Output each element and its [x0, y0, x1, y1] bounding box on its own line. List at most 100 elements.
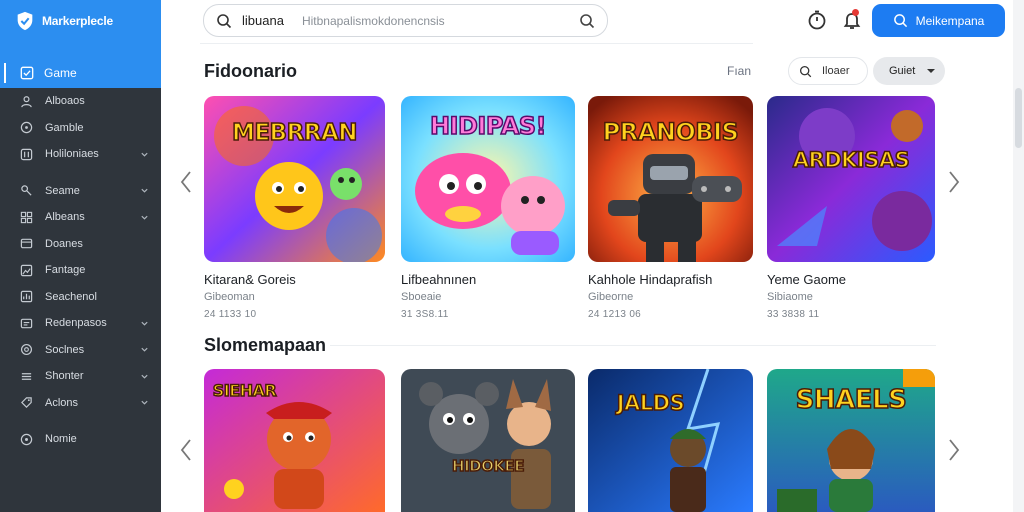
game-thumbnail[interactable]: PRANOBIS	[588, 96, 753, 262]
game-thumbnail[interactable]: SIEHAR	[204, 369, 385, 512]
sidebar-item-label: Seame	[45, 184, 80, 197]
see-all-link[interactable]: Fıan	[727, 64, 751, 78]
sidebar-item-footer[interactable]: Nomie	[0, 426, 161, 453]
sidebar-item-label: Albeans	[45, 211, 85, 224]
filter-label: Iloaer	[822, 65, 850, 77]
game-card[interactable]: JALDS	[588, 369, 753, 512]
sidebar-item-label: Aclons	[45, 396, 79, 409]
sidebar-item-9[interactable]: Soclnes	[0, 337, 161, 364]
chevron-right-icon	[949, 439, 960, 461]
game-meta: 31 3S8.11	[401, 309, 449, 320]
chevron-down-icon[interactable]	[140, 186, 149, 195]
image-icon	[20, 264, 33, 277]
sidebar-item-6[interactable]: Fantage	[0, 257, 161, 284]
chevron-down-icon[interactable]	[140, 345, 149, 354]
game-card[interactable]: SIEHAR	[204, 369, 385, 512]
search-bar[interactable]: libuana Hitbnapalismokdonencnsis	[203, 4, 608, 37]
game-art-title: HIDIPAS!	[429, 111, 547, 141]
game-art-title: PRANOBIS	[602, 117, 740, 147]
game-meta: 24 1213 06	[588, 309, 642, 320]
game-art-title: SHAELS	[795, 384, 908, 416]
sidebar-item-1[interactable]: Gamble	[0, 115, 161, 142]
section-title: Slomemapaan	[204, 335, 327, 355]
sidebar-item-label: Soclnes	[45, 343, 85, 356]
sliders-icon	[20, 148, 33, 161]
game-thumbnail[interactable]: SHAELS	[767, 369, 935, 512]
scrollbar-thumb[interactable]	[1015, 88, 1022, 148]
game-meta: 24 1133 10	[204, 309, 257, 320]
chevron-down-icon[interactable]	[140, 398, 149, 407]
carousel-next-button[interactable]	[946, 438, 962, 462]
chart-icon	[20, 290, 33, 303]
divider	[200, 43, 753, 44]
carousel-prev-button[interactable]	[178, 170, 194, 194]
sidebar-item-3[interactable]: Seame	[0, 178, 161, 205]
search-query[interactable]: libuana	[242, 13, 284, 28]
search-placeholder: Hitbnapalismokdonencnsis	[301, 13, 445, 28]
section-title: Fidoonario	[204, 61, 297, 81]
game-art-image	[767, 96, 935, 262]
chevron-down-icon[interactable]	[140, 319, 149, 328]
marketplace-button[interactable]: Meikempana	[872, 4, 1005, 37]
user-icon	[20, 95, 33, 108]
checkbox-icon	[20, 66, 34, 80]
gear-icon	[20, 343, 33, 356]
game-card[interactable]: HIDOKEE	[401, 369, 575, 512]
grid-icon	[20, 211, 33, 224]
sidebar-item-0[interactable]: Alboaos	[0, 88, 161, 115]
chevron-down-icon[interactable]	[140, 372, 149, 381]
game-title[interactable]: Lifbeahnınen	[401, 272, 575, 287]
carousel-prev-button[interactable]	[178, 438, 194, 462]
chevron-left-icon	[180, 439, 191, 461]
sidebar-item-7[interactable]: Seachenol	[0, 284, 161, 311]
game-title[interactable]: Kahhole Hindaprafish	[588, 272, 753, 287]
sidebar-item-label: Alboaos	[45, 95, 85, 108]
chevron-down-icon[interactable]	[140, 213, 149, 222]
sidebar-item-game[interactable]: Game	[0, 60, 161, 86]
sidebar-item-11[interactable]: Aclons	[0, 390, 161, 417]
shield-logo-icon	[17, 11, 33, 31]
game-publisher: Sboeaie	[401, 291, 442, 303]
brand-header: Markerplecle Game	[0, 0, 161, 88]
game-title[interactable]: Kitaran& Goreis	[204, 272, 385, 287]
sort-dropdown[interactable]: Guiet	[873, 57, 945, 85]
game-card[interactable]: ARDKISAS Yeme Gaome Sibiaome 33 3838 11	[767, 96, 935, 320]
game-thumbnail[interactable]: MEBRRAN	[204, 96, 385, 262]
game-card[interactable]: MEBRRAN Kitaran& Goreis Gibeoman 24 1133…	[204, 96, 385, 320]
chevron-down-icon[interactable]	[140, 150, 149, 159]
game-card[interactable]: SHAELS	[767, 369, 935, 512]
sidebar-item-label: Redenpasos	[45, 317, 107, 330]
search-icon	[217, 13, 232, 28]
caret-down-icon	[927, 69, 935, 73]
brand-logo[interactable]: Markerplecle	[14, 10, 113, 32]
scrollbar[interactable]	[1013, 0, 1024, 512]
game-thumbnail[interactable]: JALDS	[588, 369, 753, 512]
game-thumbnail[interactable]: HIDOKEE	[401, 369, 575, 512]
game-card[interactable]: HIDIPAS! Lifbeahnınen Sboeaie 31 3S8.11	[401, 96, 575, 320]
game-card[interactable]: PRANOBIS Kahhole Hindaprafish Gibeorne 2…	[588, 96, 753, 320]
game-thumbnail[interactable]: ARDKISAS	[767, 96, 935, 262]
filter-button[interactable]: Iloaer	[788, 57, 868, 85]
game-publisher: Gibeoman	[204, 291, 255, 303]
sidebar-item-label: Doanes	[45, 237, 83, 250]
game-thumbnail[interactable]: HIDIPAS!	[401, 96, 575, 262]
tag-icon	[20, 396, 33, 409]
search-icon	[799, 65, 812, 77]
game-title[interactable]: Yeme Gaome	[767, 272, 935, 287]
sidebar-item-10[interactable]: Shonter	[0, 363, 161, 390]
game-meta: 33 3838 11	[767, 309, 820, 320]
sidebar-item-label: Seachenol	[45, 290, 97, 303]
sidebar-item-2[interactable]: Holiloniaes	[0, 141, 161, 168]
timer-icon[interactable]	[806, 9, 828, 31]
carousel-next-button[interactable]	[946, 170, 962, 194]
sidebar-item-5[interactable]: Doanes	[0, 231, 161, 258]
search-submit-icon[interactable]	[579, 13, 595, 29]
sort-label: Guiet	[889, 65, 916, 77]
sidebar-item-8[interactable]: Redenpasos	[0, 310, 161, 337]
game-publisher: Sibiaome	[767, 291, 813, 303]
menu-icon	[20, 370, 33, 383]
sidebar-item-4[interactable]: Albeans	[0, 204, 161, 231]
sidebar-nav: Alboaos Gamble Holiloniaes Seame Albeans Doan…	[0, 88, 161, 453]
person-icon	[20, 184, 33, 197]
